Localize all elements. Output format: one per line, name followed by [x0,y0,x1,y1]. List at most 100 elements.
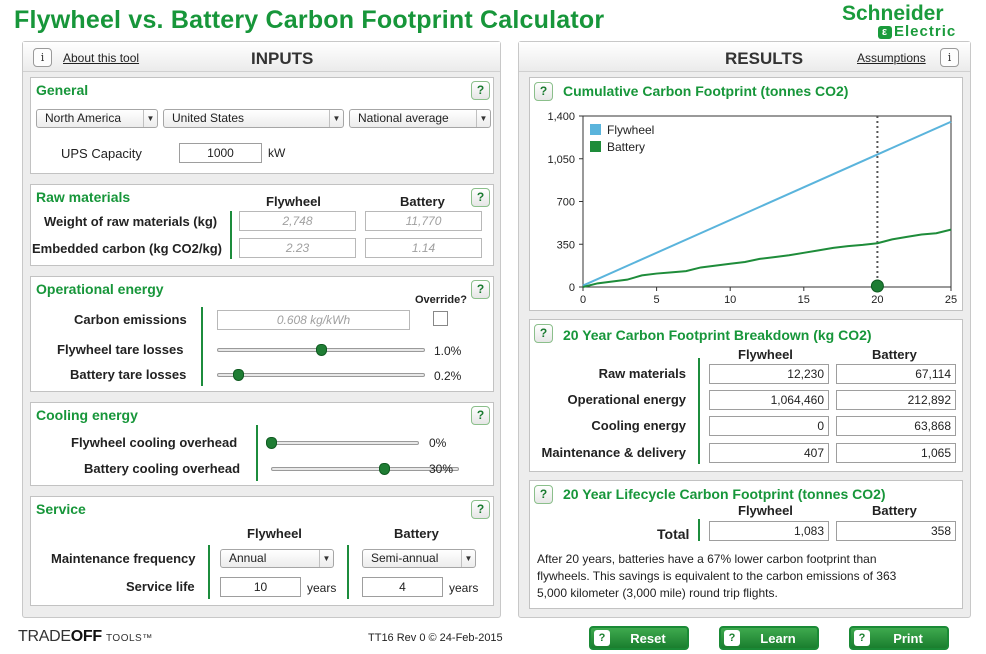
cooling-help-icon[interactable]: ? [471,406,490,425]
override-checkbox[interactable] [433,311,448,326]
raw-embedded-battery: 1.14 [365,238,482,258]
country-select[interactable]: United States ▼ [163,109,344,128]
flywheel-cooling-handle[interactable] [266,437,277,449]
breakdown-row-flywheel: 407 [709,443,829,463]
raw-weight-battery: 11,770 [365,211,482,231]
print-button[interactable]: ? Print [849,626,949,650]
grid-select[interactable]: National average ▼ [349,109,491,128]
about-link[interactable]: About this tool [63,51,139,65]
breakdown-help-icon[interactable]: ? [534,324,553,343]
grid-value: National average [358,111,449,125]
year-marker-handle [870,279,884,293]
breakdown-row-battery: 212,892 [836,390,956,410]
about-info-icon[interactable]: i [33,48,52,67]
breakdown-section: ? 20 Year Carbon Footprint Breakdown (kg… [529,319,963,472]
learn-more-button[interactable]: ? Learn more [719,626,819,654]
print-label: Print [893,631,923,646]
y-tick-label: 1,050 [547,154,575,166]
legend-swatch-flywheel [590,124,601,135]
logo-tools: TOOLS [105,633,143,644]
breakdown-col-battery: Battery [872,347,917,362]
chevron-down-icon: ▼ [476,110,490,127]
chart-help-icon[interactable]: ? [534,82,553,101]
battery-losses-label: Battery tare losses [70,367,187,382]
region-value: North America [45,111,122,125]
breakdown-row-label: Cooling energy [591,418,686,433]
lifecycle-total-battery: 358 [836,521,956,541]
raw-col-battery: Battery [400,194,445,209]
legend-label-battery: Battery [607,140,645,154]
carbon-emissions-field: 0.608 kg/kWh [217,310,410,330]
service-life-label: Service life [126,579,195,594]
ups-capacity-label: UPS Capacity [61,146,142,161]
lifecycle-help-icon[interactable]: ? [534,485,553,504]
operational-divider [201,307,203,386]
flywheel-cooling-slider[interactable] [271,441,419,445]
x-tick-label: 25 [945,294,957,304]
battery-frequency-select[interactable]: Semi-annual ▼ [362,549,476,568]
lifecycle-summary-line3: 5,000 kilometer (3,000 mile) round trip … [537,586,778,600]
service-title: Service [36,501,86,517]
breakdown-row-battery: 67,114 [836,364,956,384]
inputs-title: INPUTS [251,49,314,68]
battery-losses-value: 0.2% [434,369,462,383]
y-tick-label: 700 [557,197,575,209]
help-icon: ? [594,630,610,646]
flywheel-losses-handle[interactable] [316,344,327,356]
override-label: Override? [415,294,467,306]
results-title: RESULTS [725,49,804,68]
flywheel-life-unit: years [307,581,337,595]
breakdown-row-battery: 63,868 [836,416,956,436]
assumptions-info-icon[interactable]: i [940,48,959,67]
y-tick-label: 0 [569,282,575,294]
battery-life-input[interactable]: 4 [362,577,443,597]
general-section: General ? North America ▼ United States ▼ … [30,77,494,174]
chevron-down-icon: ▼ [461,550,475,567]
operational-help-icon[interactable]: ? [471,280,490,299]
breakdown-row-flywheel: 0 [709,416,829,436]
logo-mark-icon: ε [878,26,892,39]
breakdown-row-label: Maintenance & delivery [541,445,687,460]
lifecycle-total-flywheel: 1,083 [709,521,829,541]
cooling-divider [256,425,258,481]
breakdown-row-flywheel: 12,230 [709,364,829,384]
country-value: United States [172,111,245,125]
raw-embedded-label: Embedded carbon (kg CO2/kg) [32,241,222,256]
general-help-icon[interactable]: ? [471,81,490,100]
lifecycle-title: 20 Year Lifecycle Carbon Footprint (tonn… [563,486,886,502]
cooling-energy-section: Cooling energy ? Flywheel cooling overhe… [30,402,494,486]
carbon-emissions-label: Carbon emissions [74,312,187,327]
breakdown-col-flywheel: Flywheel [738,347,793,362]
flywheel-frequency-select[interactable]: Annual ▼ [220,549,334,568]
tradeoff-tools-logo: TRADEOFF TOOLS™ [18,628,153,646]
raw-help-icon[interactable]: ? [471,188,490,207]
battery-losses-handle[interactable] [232,369,244,381]
flywheel-losses-label: Flywheel tare losses [57,342,184,357]
breakdown-divider [698,358,700,464]
cumulative-chart: 03507001,0501,4000510152025yearsFlywheel… [547,111,957,304]
cooling-title: Cooling energy [36,407,138,423]
battery-cooling-label: Battery cooling overhead [84,461,241,476]
assumptions-link[interactable]: Assumptions [857,51,926,65]
results-panel-header: RESULTS Assumptions i [519,42,970,72]
battery-frequency-value: Semi-annual [371,551,439,565]
maintenance-frequency-label: Maintenance frequency [51,551,196,566]
chevron-down-icon: ▼ [329,110,343,127]
ups-capacity-input[interactable]: 1000 [179,143,262,163]
service-divider-right [347,545,349,599]
flywheel-life-input[interactable]: 10 [220,577,301,597]
operational-title: Operational energy [36,281,164,297]
help-icon: ? [854,630,870,646]
x-tick-label: 15 [798,294,810,304]
service-help-icon[interactable]: ? [471,500,490,519]
region-select[interactable]: North America ▼ [36,109,158,128]
lifecycle-total-label: Total [657,526,690,542]
flywheel-cooling-value: 0% [429,436,447,450]
battery-losses-slider[interactable] [217,373,425,377]
raw-materials-title: Raw materials [36,189,131,205]
service-divider-left [208,545,210,599]
logo-tm: ™ [142,633,153,644]
battery-cooling-handle[interactable] [378,463,390,475]
logo-line2-text: Electric [894,23,957,40]
reset-button[interactable]: ? Reset [589,626,689,650]
